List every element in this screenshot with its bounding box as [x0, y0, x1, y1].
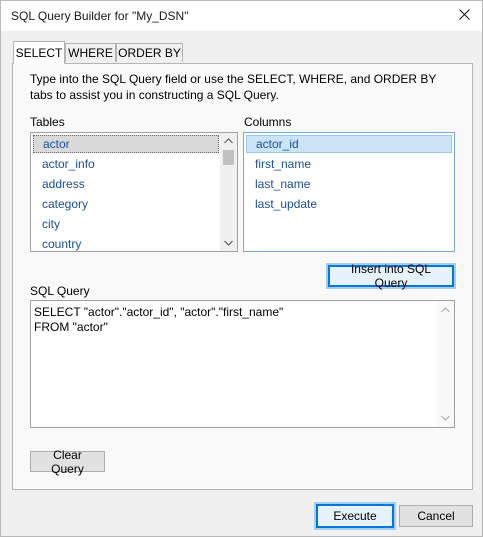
tab-select-label: SELECT	[15, 46, 63, 60]
column-item-actor-id[interactable]: actor_id	[246, 135, 452, 153]
scroll-up-icon[interactable]	[437, 303, 454, 317]
sql-query-label: SQL Query	[30, 284, 90, 298]
column-item-first-name[interactable]: first_name	[246, 155, 452, 173]
window-title: SQL Query Builder for "My_DSN"	[11, 9, 189, 23]
tables-scrollbar[interactable]	[220, 133, 237, 251]
table-item-address[interactable]: address	[33, 175, 219, 193]
sql-query-builder-dialog: SQL Query Builder for "My_DSN" SELECT WH…	[0, 0, 483, 537]
scroll-up-icon[interactable]	[220, 134, 237, 148]
columns-listbox[interactable]: actor_id first_name last_name last_updat…	[243, 132, 455, 252]
tab-where[interactable]: WHERE	[65, 43, 116, 62]
tab-order-by-label: ORDER BY	[118, 46, 181, 60]
table-item-city[interactable]: city	[33, 215, 219, 233]
table-item-country[interactable]: country	[33, 235, 219, 251]
columns-label: Columns	[244, 115, 292, 129]
insert-into-sql-query-button[interactable]: Insert into SQL Query	[328, 262, 454, 290]
table-item-category[interactable]: category	[33, 195, 219, 213]
scroll-down-icon[interactable]	[437, 411, 454, 425]
tab-where-label: WHERE	[68, 46, 113, 60]
column-item-last-update[interactable]: last_update	[246, 195, 452, 213]
tables-scroll-thumb[interactable]	[223, 150, 234, 165]
execute-button[interactable]: Execute	[316, 504, 394, 528]
tables-label: Tables	[30, 115, 65, 129]
scroll-down-icon[interactable]	[220, 236, 237, 250]
tab-order-by[interactable]: ORDER BY	[116, 43, 183, 62]
close-button[interactable]	[446, 1, 482, 31]
table-item-actor-info[interactable]: actor_info	[33, 155, 219, 173]
sql-query-scrollbar[interactable]	[437, 301, 454, 427]
table-item-actor[interactable]: actor	[33, 135, 219, 153]
clear-query-button[interactable]: Clear Query	[30, 448, 105, 476]
sql-query-text: SELECT "actor"."actor_id", "actor"."firs…	[34, 305, 284, 334]
column-item-last-name[interactable]: last_name	[246, 175, 452, 193]
tab-select[interactable]: SELECT	[13, 41, 65, 64]
close-icon	[458, 9, 470, 23]
tables-listbox[interactable]: actor actor_info address category city c…	[30, 132, 238, 252]
cancel-button[interactable]: Cancel	[399, 505, 473, 527]
title-bar: SQL Query Builder for "My_DSN"	[1, 1, 482, 31]
instructions-text: Type into the SQL Query field or use the…	[30, 72, 437, 102]
sql-query-textarea[interactable]: SELECT "actor"."actor_id", "actor"."firs…	[30, 300, 455, 428]
